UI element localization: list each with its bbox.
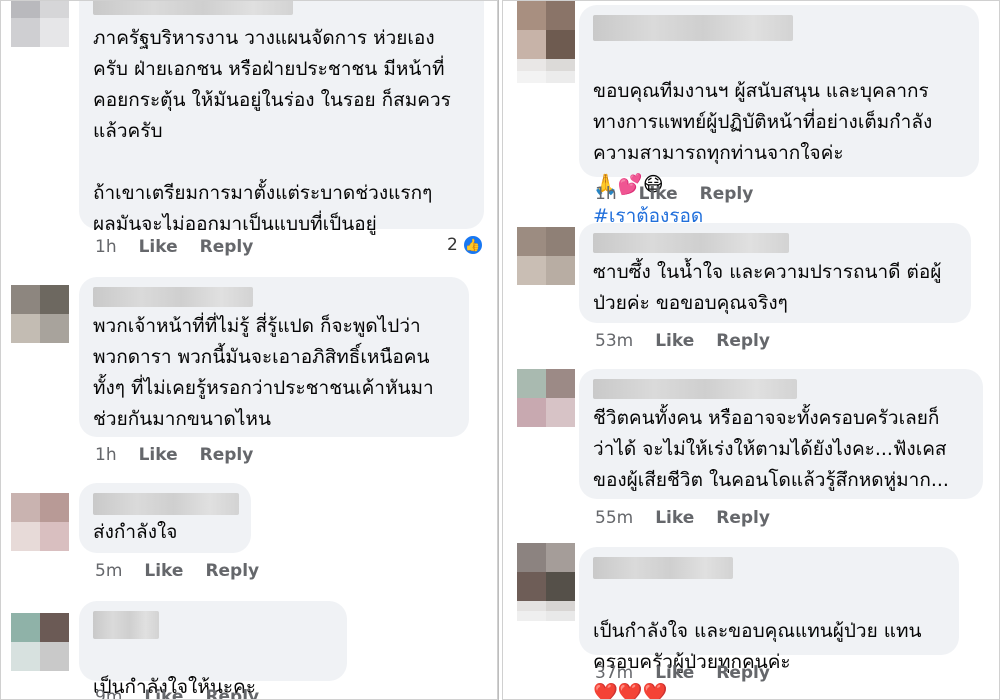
reply-button[interactable]: Reply xyxy=(716,508,770,528)
comment-time[interactable]: 9m xyxy=(95,687,122,699)
comment-time[interactable]: 1h xyxy=(595,184,617,204)
comment-bubble: ส่งกำลังใจ xyxy=(79,483,251,553)
blurred-author-name[interactable] xyxy=(93,493,239,515)
reply-button[interactable]: Reply xyxy=(200,237,254,257)
comment-actions: 1h Like Reply xyxy=(595,184,775,204)
comment-bubble: เป็นกำลังใจ และขอบคุณแทนผู้ป่วย แทน ครอบ… xyxy=(579,547,959,699)
blurred-author-name[interactable] xyxy=(593,379,797,399)
blurred-author-name[interactable] xyxy=(93,287,253,307)
comment-time[interactable]: 1h xyxy=(95,445,117,465)
comment-time[interactable]: 53m xyxy=(595,331,633,351)
like-button[interactable]: Like xyxy=(639,184,678,204)
comment-time[interactable]: 1h xyxy=(95,237,117,257)
comment-actions: 1h Like Reply xyxy=(95,237,275,257)
like-button[interactable]: Like xyxy=(655,508,694,528)
avatar[interactable] xyxy=(517,227,575,285)
comment-bubble: ซาบซึ้ง ในน้ำใจ และความปรารถนาดี ต่อผู้ … xyxy=(579,223,971,323)
comment-actions: 1h Like Reply xyxy=(95,445,275,465)
comment-bubble: ขอบคุณทีมงานฯ ผู้สนับสนุน และบุคลากร ทาง… xyxy=(579,5,979,227)
comment-actions: 55m Like Reply xyxy=(595,508,792,528)
avatar[interactable] xyxy=(11,285,69,343)
comment-time[interactable]: 55m xyxy=(595,508,633,528)
three-hearts-emoji-icon: ❤️❤️❤️ xyxy=(593,681,668,700)
comment-actions: 9m Like Reply xyxy=(95,687,281,699)
comment-bubble: พวกเจ้าหน้าที่ที่ไม่รู้ สี่รู้แปด ก็จะพู… xyxy=(79,277,469,437)
like-button[interactable]: Like xyxy=(144,561,183,581)
comment-bubble: ชีวิตคนทั้งคน หรืออาจจะทั้งครอบครัวเลยก็… xyxy=(579,369,983,499)
right-comment-panel: ขอบคุณทีมงานฯ ผู้สนับสนุน และบุคลากร ทาง… xyxy=(502,0,1000,700)
left-comment-panel: ภาครัฐบริหารงาน วางแผนจัดการ ห่วยเอง ครั… xyxy=(0,0,498,700)
comment-text: พวกเจ้าหน้าที่ที่ไม่รู้ สี่รู้แปด ก็จะพู… xyxy=(93,315,434,430)
blurred-author-name[interactable] xyxy=(593,557,733,579)
avatar[interactable] xyxy=(11,1,69,47)
reaction-summary[interactable]: 2 👍 xyxy=(447,234,484,256)
thumbs-up-icon: 👍 xyxy=(461,234,484,256)
avatar-extension xyxy=(517,601,575,621)
comment-actions: 53m Like Reply xyxy=(595,331,792,351)
comment-time[interactable]: 5m xyxy=(95,561,122,581)
comment-text: ภาครัฐบริหารงาน วางแผนจัดการ ห่วยเอง ครั… xyxy=(93,27,451,235)
like-button[interactable]: Like xyxy=(655,663,694,683)
like-button[interactable]: Like xyxy=(139,237,178,257)
comment-actions: 5m Like Reply xyxy=(95,561,281,581)
avatar[interactable] xyxy=(517,543,575,601)
avatar[interactable] xyxy=(11,613,69,671)
comment-bubble: เป็นกำลังใจให้นะคะ ❤️ ✌🏻 xyxy=(79,601,347,698)
like-button[interactable]: Like xyxy=(139,445,178,465)
comment-actions: 37m Like Reply xyxy=(595,663,792,683)
reply-button[interactable]: Reply xyxy=(205,561,259,581)
avatar[interactable] xyxy=(11,493,69,551)
reply-button[interactable]: Reply xyxy=(200,445,254,465)
like-button[interactable]: Like xyxy=(144,687,183,699)
avatar-extension xyxy=(517,59,575,83)
comment-text: ชีวิตคนทั้งคน หรืออาจจะทั้งครอบครัวเลยก็… xyxy=(593,407,949,491)
reply-button[interactable]: Reply xyxy=(205,687,259,699)
comment-text: ส่งกำลังใจ xyxy=(93,521,178,543)
comment-text: ขอบคุณทีมงานฯ ผู้สนับสนุน และบุคลากร ทาง… xyxy=(593,45,965,201)
blurred-author-name[interactable] xyxy=(93,1,293,15)
blurred-author-name[interactable] xyxy=(93,611,159,639)
comment-text: ซาบซึ้ง ในน้ำใจ และความปรารถนาดี ต่อผู้ … xyxy=(593,261,942,314)
comment-text-body: ขอบคุณทีมงานฯ ผู้สนับสนุน และบุคลากร ทาง… xyxy=(593,80,933,164)
comment-time[interactable]: 37m xyxy=(595,663,633,683)
reply-button[interactable]: Reply xyxy=(716,331,770,351)
blurred-author-name[interactable] xyxy=(593,15,793,41)
comment-bubble: ภาครัฐบริหารงาน วางแผนจัดการ ห่วยเอง ครั… xyxy=(79,1,484,235)
avatar[interactable] xyxy=(517,1,575,59)
reply-button[interactable]: Reply xyxy=(700,184,754,204)
reaction-count: 2 xyxy=(447,235,458,255)
blurred-author-name[interactable] xyxy=(593,233,789,253)
avatar[interactable] xyxy=(517,369,575,427)
like-button[interactable]: Like xyxy=(655,331,694,351)
reply-button[interactable]: Reply xyxy=(716,663,770,683)
